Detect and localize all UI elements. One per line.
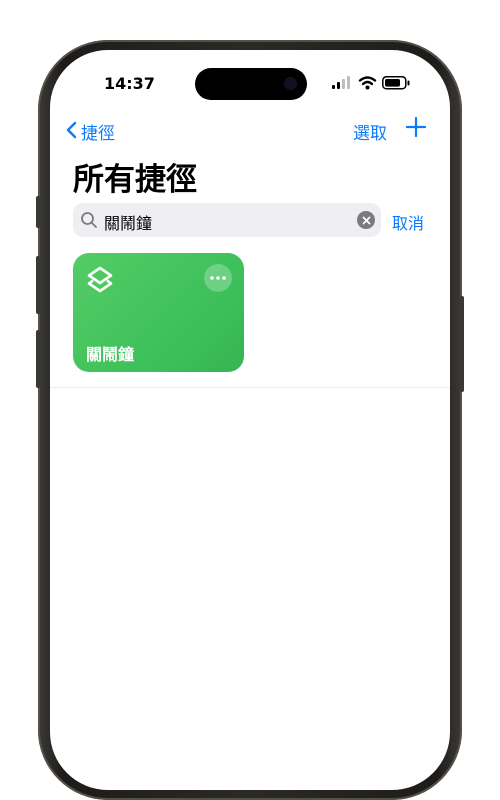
shortcut-card[interactable]: 關鬧鐘	[73, 253, 244, 372]
page-title: 所有捷徑	[73, 162, 197, 198]
shortcut-name: 關鬧鐘	[86, 345, 135, 364]
dynamic-island	[195, 68, 307, 100]
battery-icon	[382, 76, 410, 90]
volume-down-button	[36, 330, 40, 388]
search-input[interactable]: 關鬧鐘	[104, 210, 152, 234]
divider	[50, 387, 450, 388]
power-button	[460, 296, 464, 392]
action-button	[36, 196, 40, 228]
plus-icon[interactable]	[405, 116, 427, 138]
select-button[interactable]: 選取	[353, 119, 387, 144]
cancel-button[interactable]: 取消	[392, 210, 424, 234]
screen: 14:37 捷徑 選取 所有捷徑 關鬧鐘 取消 關鬧鐘	[50, 50, 450, 790]
clear-search-icon[interactable]	[357, 211, 375, 229]
camera-icon	[284, 77, 297, 90]
back-button-label: 捷徑	[81, 124, 115, 144]
cellular-signal-icon	[332, 76, 350, 89]
search-icon	[80, 211, 98, 233]
back-button[interactable]: 捷徑	[66, 119, 115, 144]
shortcuts-stack-icon	[85, 265, 115, 295]
search-field[interactable]: 關鬧鐘	[73, 203, 381, 237]
more-options-icon[interactable]	[204, 264, 232, 292]
chevron-left-icon	[66, 121, 77, 143]
status-icons	[332, 75, 412, 90]
volume-up-button	[36, 256, 40, 314]
wifi-icon	[358, 76, 377, 90]
status-time: 14:37	[104, 74, 155, 93]
